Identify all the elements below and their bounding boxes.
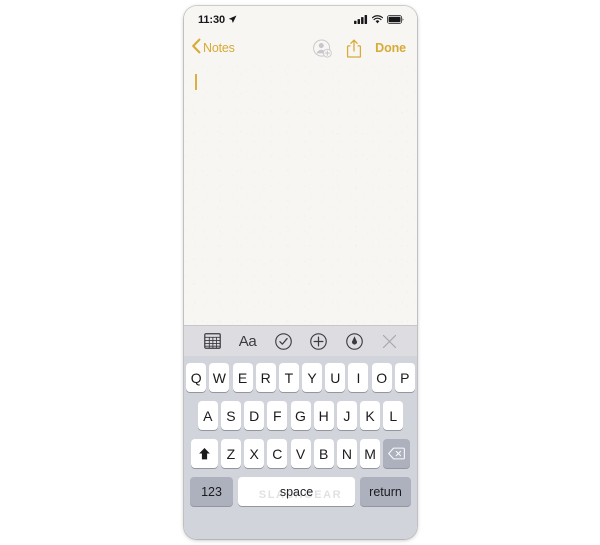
key-F[interactable]: F [267,401,288,430]
add-attachment-icon[interactable] [308,330,330,352]
keyboard: Q W E R T Y U I O P A S D F G H J K L Z … [184,356,417,539]
done-button[interactable]: Done [375,41,406,55]
shift-key[interactable] [190,439,218,468]
key-J[interactable]: J [336,401,357,430]
text-format-button[interactable]: Aa [237,330,259,352]
keyboard-row-3: Z X C V B N M [184,439,417,468]
key-D[interactable]: D [244,401,265,430]
chevron-left-icon [191,38,202,59]
return-key[interactable]: return [360,477,411,506]
key-K[interactable]: K [360,401,381,430]
cellular-signal-icon [354,11,368,29]
battery-icon [387,11,404,29]
key-V[interactable]: V [290,439,311,468]
checklist-icon[interactable] [272,330,294,352]
phone-frame: 11:30 Notes Done Aa Q W E R T Y U I O P … [184,6,417,539]
delete-key[interactable] [383,439,411,468]
table-icon[interactable] [201,330,223,352]
navigation-bar: Notes Done [184,33,417,63]
key-Y[interactable]: Y [302,363,323,392]
status-bar: 11:30 [184,6,417,33]
status-bar-left: 11:30 [198,11,237,29]
key-L[interactable]: L [383,401,404,430]
key-X[interactable]: X [244,439,265,468]
numbers-key[interactable]: 123 [190,477,233,506]
keyboard-row-4: 123 space return [184,477,417,506]
key-B[interactable]: B [313,439,334,468]
close-icon[interactable] [379,330,401,352]
key-S[interactable]: S [220,401,241,430]
key-T[interactable]: T [278,363,299,392]
key-E[interactable]: E [232,363,253,392]
key-M[interactable]: M [360,439,381,468]
key-U[interactable]: U [325,363,346,392]
back-button-label: Notes [203,41,235,55]
key-W[interactable]: W [209,363,230,392]
backspace-delete-icon [388,447,406,460]
keyboard-row-1: Q W E R T Y U I O P [184,363,417,392]
back-to-notes-button[interactable]: Notes [191,38,235,59]
markup-pen-icon[interactable] [343,330,365,352]
key-H[interactable]: H [313,401,334,430]
key-C[interactable]: C [267,439,288,468]
text-format-label: Aa [238,332,257,350]
space-key[interactable]: space [238,477,355,506]
key-P[interactable]: P [394,363,415,392]
key-A[interactable]: A [197,401,218,430]
key-N[interactable]: N [336,439,357,468]
share-icon [347,39,362,58]
status-bar-right [354,11,404,29]
key-O[interactable]: O [371,363,392,392]
format-toolbar: Aa [184,325,417,356]
key-Z[interactable]: Z [220,439,241,468]
status-time: 11:30 [198,13,226,26]
wifi-icon [371,11,384,29]
share-button[interactable] [346,39,362,58]
add-person-icon [313,39,332,58]
note-body[interactable] [184,63,417,325]
key-I[interactable]: I [348,363,369,392]
key-R[interactable]: R [255,363,276,392]
location-arrow-icon [228,11,237,29]
key-G[interactable]: G [290,401,311,430]
add-person-button[interactable] [313,39,332,58]
shift-arrow-icon [198,447,210,459]
text-caret [195,74,197,90]
key-Q[interactable]: Q [186,363,207,392]
keyboard-row-2: A S D F G H J K L [184,401,417,430]
